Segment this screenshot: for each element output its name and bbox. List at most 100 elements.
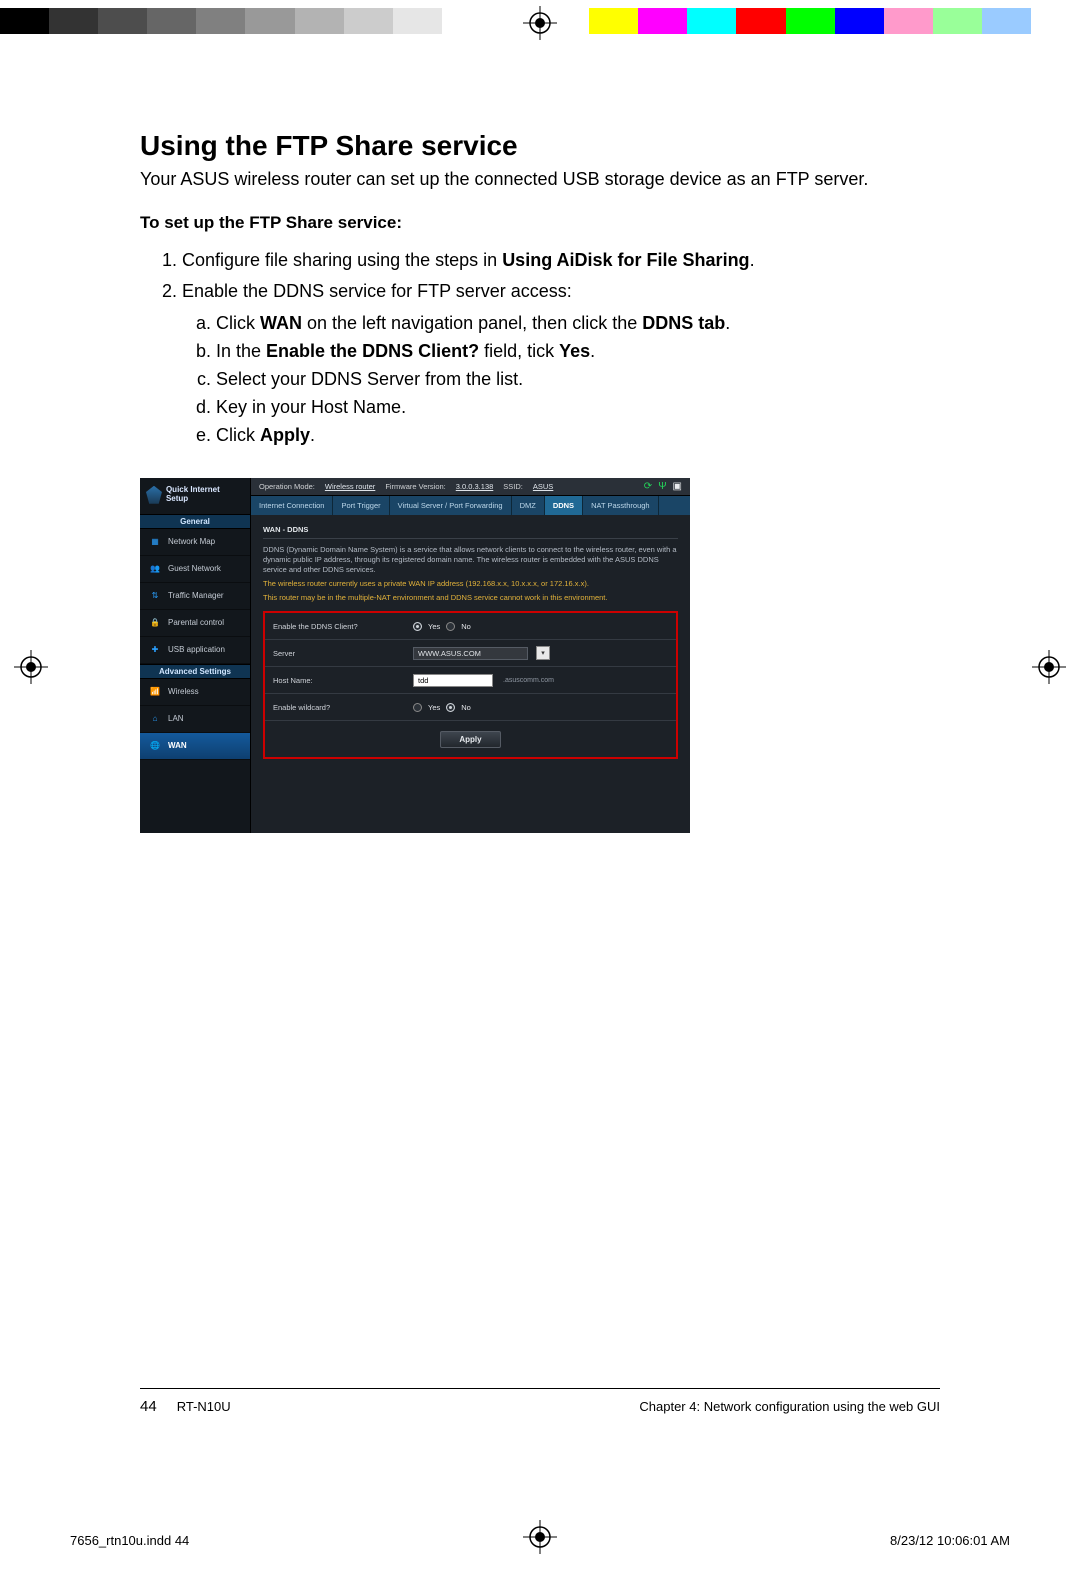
color-swatch <box>638 8 687 34</box>
registration-mark-icon <box>1032 650 1066 684</box>
substep-c: Select your DDNS Server from the list. <box>216 366 940 394</box>
tab-bar: Internet Connection Port Trigger Virtual… <box>251 496 690 515</box>
sidebar-section-general: General <box>140 514 250 529</box>
color-swatch <box>295 8 344 34</box>
registration-mark-icon <box>523 6 557 40</box>
home-icon: ⌂ <box>148 712 162 726</box>
status-reboot-icon[interactable]: ⟳ <box>644 481 652 492</box>
sidebar-item-parental-control[interactable]: 🔒 Parental control <box>140 610 250 637</box>
sidebar-item-traffic-manager[interactable]: ⇅ Traffic Manager <box>140 583 250 610</box>
document-body: Using the FTP Share service Your ASUS wi… <box>140 130 940 833</box>
radio-no-label: No <box>461 622 471 631</box>
op-mode-link[interactable]: Wireless router <box>325 482 375 491</box>
sidebar-item-wan[interactable]: 🌐 WAN <box>140 733 250 760</box>
radio-wildcard-no[interactable] <box>446 703 455 712</box>
usb-icon: ✚ <box>148 643 162 657</box>
product-model: RT-N10U <box>177 1399 231 1414</box>
ddns-form-highlight: Enable the DDNS Client? Yes No Server <box>263 611 678 759</box>
color-swatch <box>49 8 98 34</box>
panel-warning-1: The wireless router currently uses a pri… <box>263 579 678 589</box>
color-swatch <box>736 8 785 34</box>
color-swatch <box>884 8 933 34</box>
color-swatch <box>687 8 736 34</box>
globe-icon: 🌐 <box>148 739 162 753</box>
row-enable-wildcard: Enable wildcard? Yes No <box>265 694 676 721</box>
color-swatch <box>835 8 884 34</box>
substep-list: Click WAN on the left navigation panel, … <box>182 310 940 449</box>
color-swatch <box>196 8 245 34</box>
panel-title: WAN - DDNS <box>263 525 678 539</box>
server-label: Server <box>273 649 413 658</box>
substep-b: In the Enable the DDNS Client? field, ti… <box>216 338 940 366</box>
status-usb-icon[interactable]: Ψ <box>658 481 666 492</box>
chevron-down-icon[interactable]: ▾ <box>536 646 550 660</box>
fw-link[interactable]: 3.0.0.3.138 <box>456 482 494 491</box>
host-name-input[interactable]: tdd <box>413 674 493 687</box>
procedure-heading: To set up the FTP Share service: <box>140 213 940 233</box>
slug-timestamp: 8/23/12 10:06:01 AM <box>890 1533 1010 1548</box>
lock-icon: 🔒 <box>148 616 162 630</box>
color-swatch <box>1031 8 1080 34</box>
procedure-list: Configure file sharing using the steps i… <box>140 247 940 450</box>
status-logout-icon[interactable]: ▣ <box>673 481 682 492</box>
page-number: 44 <box>140 1398 157 1415</box>
color-swatch <box>245 8 294 34</box>
quick-setup-label: Quick Internet Setup <box>166 486 244 504</box>
host-name-label: Host Name: <box>273 676 413 685</box>
tab-internet-connection[interactable]: Internet Connection <box>251 496 333 515</box>
sidebar-item-wireless[interactable]: 📶 Wireless <box>140 679 250 706</box>
page: Using the FTP Share service Your ASUS wi… <box>0 0 1080 1574</box>
wifi-icon: 📶 <box>148 685 162 699</box>
panel-warning-2: This router may be in the multiple-NAT e… <box>263 593 678 603</box>
enable-ddns-label: Enable the DDNS Client? <box>273 622 413 631</box>
color-swatch <box>933 8 982 34</box>
network-map-icon: ▦ <box>148 535 162 549</box>
host-name-suffix: .asuscomm.com <box>503 677 554 684</box>
radio-wildcard-yes[interactable] <box>413 703 422 712</box>
page-footer: 44 RT-N10U Chapter 4: Network configurat… <box>140 1398 940 1415</box>
radio-wildcard-no-label: No <box>461 703 471 712</box>
apply-button[interactable]: Apply <box>440 731 500 748</box>
router-ui-screenshot: Quick Internet Setup General ▦ Network M… <box>140 478 690 833</box>
guest-network-icon: 👥 <box>148 562 162 576</box>
op-mode-label: Operation Mode: <box>259 482 315 491</box>
quick-internet-setup-button[interactable]: Quick Internet Setup <box>140 478 250 514</box>
sidebar-section-advanced: Advanced Settings <box>140 664 250 679</box>
sidebar-item-guest-network[interactable]: 👥 Guest Network <box>140 556 250 583</box>
slug-file: 7656_rtn10u.indd 44 <box>70 1533 189 1548</box>
color-swatch <box>98 8 147 34</box>
chapter-title: Chapter 4: Network configuration using t… <box>639 1399 940 1414</box>
radio-yes[interactable] <box>413 622 422 631</box>
sidebar-item-network-map[interactable]: ▦ Network Map <box>140 529 250 556</box>
status-icons: ⟳ Ψ ▣ <box>644 481 682 492</box>
intro-paragraph: Your ASUS wireless router can set up the… <box>140 168 940 191</box>
fw-label: Firmware Version: <box>385 482 445 491</box>
color-swatch <box>982 8 1031 34</box>
sidebar-item-lan[interactable]: ⌂ LAN <box>140 706 250 733</box>
color-swatch <box>786 8 835 34</box>
ssid-label: SSID: <box>503 482 523 491</box>
sidebar-item-usb-application[interactable]: ✚ USB application <box>140 637 250 664</box>
substep-e: Click Apply. <box>216 422 940 450</box>
radio-yes-label: Yes <box>428 622 440 631</box>
sidebar: Quick Internet Setup General ▦ Network M… <box>140 478 251 833</box>
color-swatch <box>344 8 393 34</box>
color-swatch <box>147 8 196 34</box>
tab-nat-passthrough[interactable]: NAT Passthrough <box>583 496 659 515</box>
ssid-link[interactable]: ASUS <box>533 482 553 491</box>
tab-dmz[interactable]: DMZ <box>512 496 545 515</box>
tab-virtual-server[interactable]: Virtual Server / Port Forwarding <box>390 496 512 515</box>
color-swatch <box>0 8 49 34</box>
server-select[interactable]: WWW.ASUS.COM <box>413 647 528 660</box>
row-apply: Apply <box>265 721 676 757</box>
step-2: Enable the DDNS service for FTP server a… <box>182 278 940 449</box>
row-server: Server WWW.ASUS.COM ▾ <box>265 640 676 667</box>
substep-d: Key in your Host Name. <box>216 394 940 422</box>
substep-a: Click WAN on the left navigation panel, … <box>216 310 940 338</box>
color-swatch <box>393 8 442 34</box>
tab-port-trigger[interactable]: Port Trigger <box>333 496 389 515</box>
radio-no[interactable] <box>446 622 455 631</box>
tab-ddns[interactable]: DDNS <box>545 496 583 515</box>
color-swatch <box>589 8 638 34</box>
status-bar: Operation Mode: Wireless router Firmware… <box>251 478 690 496</box>
